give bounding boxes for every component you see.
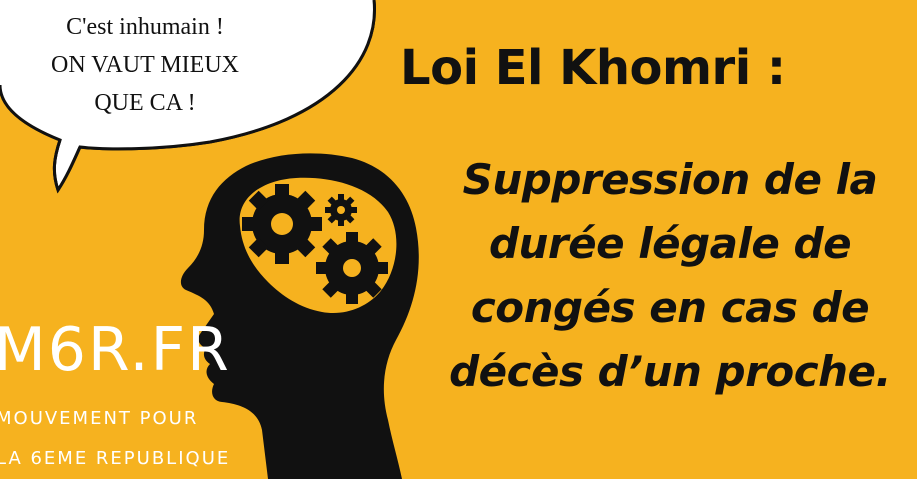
gear-small-icon (325, 194, 357, 226)
headline-line-2: durée légale de (488, 219, 852, 268)
headline-title: Loi El Khomri : (400, 40, 786, 96)
bubble-line-2: ON VAUT MIEUX (50, 52, 239, 78)
speech-bubble-text: C'est inhumain ! ON VAUT MIEUX QUE CA ! (0, 8, 290, 122)
headline-line-4: décès d’un proche. (449, 347, 891, 396)
bubble-line-3: QUE CA ! (94, 90, 196, 116)
gear-large-icon (242, 184, 322, 264)
headline-line-1: Suppression de la (462, 155, 878, 204)
logo-tagline-1: MOUVEMENT POUR (0, 408, 199, 429)
logo-site-name: M6R.FR (0, 315, 231, 385)
logo-tagline-2: LA 6EME REPUBLIQUE (0, 448, 231, 469)
poster: C'est inhumain ! ON VAUT MIEUX QUE CA ! (0, 0, 917, 479)
bubble-line-1: C'est inhumain ! (66, 14, 224, 40)
gear-medium-icon (316, 232, 388, 304)
headline-body: Suppression de la durée légale de congés… (430, 148, 910, 404)
headline-line-3: congés en cas de (470, 283, 870, 332)
